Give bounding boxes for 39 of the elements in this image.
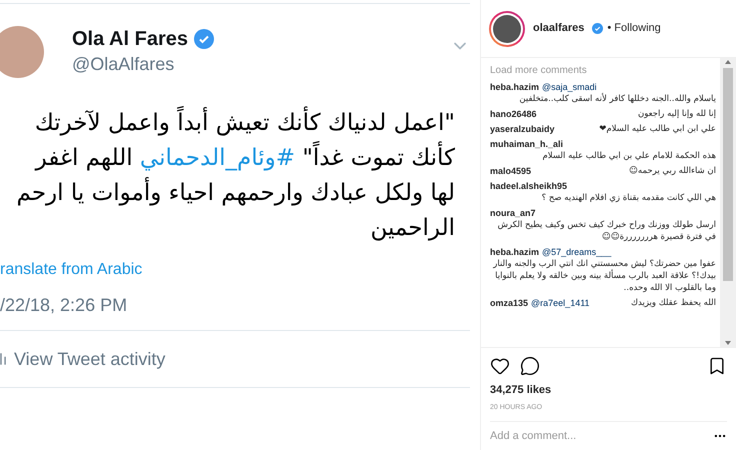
comment-username[interactable]: omza135 xyxy=(490,297,528,309)
comment-username[interactable]: malo4595 xyxy=(490,165,532,177)
comment-username[interactable]: noura_an7 xyxy=(490,207,536,219)
tweet-author-name: Ola Al Fares xyxy=(72,27,188,52)
comment-text: ارسل طولك ووزنك وراح خبرك كيف تخس وكيف يطيح الكرش في فترة قصيرة هرررررررة☺☺ xyxy=(496,219,716,243)
comment-username[interactable]: heba.hazim xyxy=(490,81,540,93)
avatar xyxy=(0,26,44,78)
mention-link[interactable]: @ra7eel_1411 xyxy=(531,297,590,309)
verified-badge-icon xyxy=(592,23,604,34)
heart-icon[interactable] xyxy=(490,356,510,376)
comment-text: عفوا مين حضرتك؟ ليش محسستني انك انتي الرب والجنه والنار بيدك!؟ علاقة العبد بالرب مسألة بينه وبين خالقه ولا يعلم بالنوايا وما بالقلوب الا الله وحده.. xyxy=(492,258,716,294)
comment-icon[interactable] xyxy=(520,356,540,376)
comment-username[interactable]: yaseralzubaidy xyxy=(490,123,555,135)
view-tweet-activity-link[interactable]: View Tweet activity xyxy=(14,346,166,372)
comment-text: علي ابن ابي طالب عليه السلام❤ xyxy=(598,123,716,135)
comment-text: ياسلام والله..الجنه دخللها كافر لأنه اسقى كلب..متخلفين xyxy=(518,93,716,105)
comment-text: الله يحفظ عقلك ويزيدك xyxy=(630,297,716,309)
comment-username[interactable]: hano26486 xyxy=(490,108,537,120)
comment-text: إنا لله وإنا إليه راجعون xyxy=(636,108,716,120)
tweet-timestamp: /22/18, 2:26 PM xyxy=(0,294,128,316)
post-username[interactable]: olaalfares xyxy=(533,20,584,37)
tweet-author-handle: @OlaAlfares xyxy=(72,53,176,76)
comment-text: هذه الحكمة للامام علي بن ابي طالب عليه السلام xyxy=(542,150,716,162)
comment-username[interactable]: hadeel.alsheikh95 xyxy=(490,180,568,192)
verified-badge-icon xyxy=(194,29,214,49)
likes-count[interactable]: 34,275 likes xyxy=(481,382,736,398)
mention-link[interactable]: @57_dreams___ xyxy=(542,246,612,258)
comment-username[interactable]: heba.hazim xyxy=(490,246,540,258)
tweet-text: "اعمل لدنياك كأنك تعيش أبداً واعمل لآخرتك كأنك تموت غداً" #وئام_الدحماني اللهم اغفر لها ولكل عبادك وارحمهم احياء وأموات يا ارحم الراحمين xyxy=(0,106,480,246)
comment-text: هي اللي كانت مقدمه بقناة زي افلام الهنديه صح ؟ xyxy=(540,192,716,204)
following-status[interactable]: • Following xyxy=(607,20,661,37)
comment-text: ان شاءالله ربي يرحمه☺ xyxy=(628,165,716,177)
scroll-up-icon[interactable] xyxy=(725,60,731,64)
avatar-ring[interactable] xyxy=(489,10,525,46)
comment-username[interactable]: muhaiman_h._ali xyxy=(490,138,564,150)
scroll-down-icon[interactable] xyxy=(725,341,731,345)
scrollbar[interactable] xyxy=(720,58,736,347)
mention-link[interactable]: @saja_smadi xyxy=(542,81,597,93)
add-comment-field[interactable]: Add a comment... xyxy=(490,428,713,444)
